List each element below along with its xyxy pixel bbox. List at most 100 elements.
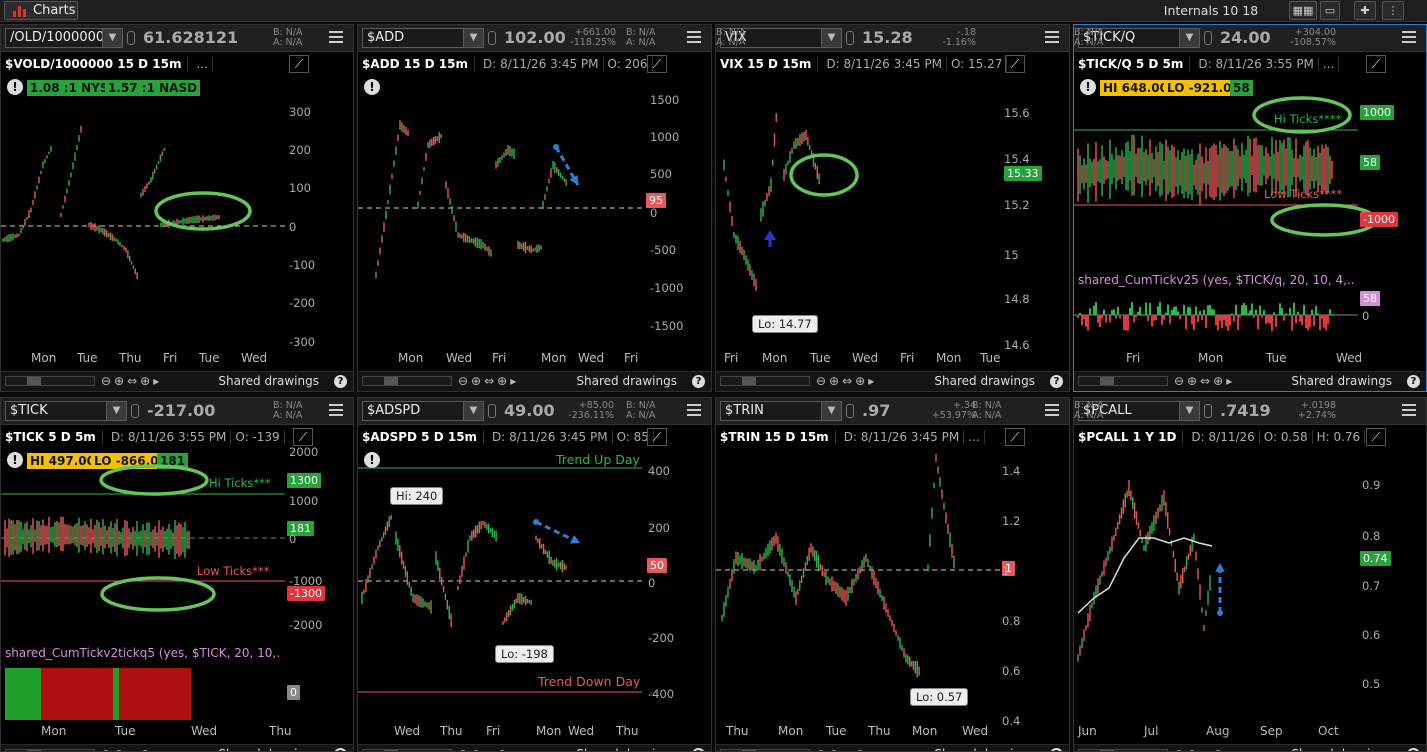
study-bar (158, 668, 161, 720)
zoom-icon[interactable]: ⊖⊕⇔⊕▸ (816, 374, 877, 388)
x-axis-tick: Tue (826, 724, 847, 738)
study-bar (155, 668, 158, 720)
study-bar (56, 668, 59, 720)
x-axis-tick: Wed (852, 351, 879, 365)
x-axis-tick: Mon (541, 351, 567, 365)
more-menu-button[interactable]: ⋮ (1382, 1, 1404, 20)
y-axis-tick: 0 (648, 576, 656, 590)
zoom-icon[interactable]: ⊖⊕⇔⊕▸ (1174, 374, 1235, 388)
y-axis-tick: -200 (648, 631, 675, 645)
y-axis-tick: -2000 (289, 618, 323, 632)
y-axis-tick: 400 (648, 464, 670, 478)
study-bar (182, 668, 185, 720)
help-icon[interactable]: ? (1050, 748, 1063, 751)
shared-drawings-button[interactable]: Shared drawings (218, 374, 319, 388)
low-label: Lo: 14.77 (752, 315, 818, 333)
window-minimize-button[interactable]: ▭ (1320, 1, 1340, 20)
y-axis-tick: -1000 (289, 574, 323, 588)
x-axis-tick: Wed (1336, 351, 1363, 365)
charts-button[interactable]: Charts (4, 1, 78, 20)
help-icon[interactable]: ? (692, 375, 705, 388)
scroll-bar[interactable] (5, 376, 95, 386)
x-axis-tick: Jun (1078, 724, 1097, 738)
x-axis-tick: Thu (119, 351, 142, 365)
study-bar (179, 668, 182, 720)
x-axis-tick: Sep (1260, 724, 1283, 738)
y-axis-tick: -1000 (650, 281, 684, 295)
scroll-bar[interactable] (720, 376, 810, 386)
shared-drawings-button[interactable]: Shared drawings (576, 747, 677, 751)
x-axis-tick: Tue (115, 724, 136, 738)
scroll-thumb[interactable] (1100, 377, 1114, 385)
help-icon[interactable]: ? (334, 748, 347, 751)
study-bar (74, 668, 77, 720)
hi-tag: 1300 (287, 473, 321, 488)
study-bar (125, 668, 128, 720)
shared-drawings-button[interactable]: Shared drawings (934, 747, 1035, 751)
shared-drawings-button[interactable]: Shared drawings (218, 747, 319, 751)
x-axis-tick: Thu (868, 724, 891, 738)
study-bar (128, 668, 131, 720)
grid-layout-button[interactable]: ▦▦ (1289, 1, 1317, 20)
low-label: Lo: -198 (495, 645, 554, 663)
shared-drawings-button[interactable]: Shared drawings (934, 374, 1035, 388)
help-icon[interactable]: ? (1407, 748, 1420, 751)
study-bar (50, 668, 53, 720)
x-axis-tick: Tue (980, 351, 1001, 365)
help-icon[interactable]: ? (334, 375, 347, 388)
y-axis-tick: -500 (650, 243, 677, 257)
highlight-ellipse (99, 464, 209, 496)
zoom-icon[interactable]: ⊖⊕⇔⊕▸ (101, 747, 162, 751)
y-axis-tick: 300 (289, 105, 311, 119)
x-axis-tick: Mon (778, 724, 804, 738)
x-axis-tick: Thu (726, 724, 749, 738)
scroll-thumb[interactable] (742, 377, 756, 385)
help-icon[interactable]: ? (1050, 375, 1063, 388)
study-bar (152, 668, 155, 720)
charts-button-label: Charts (33, 3, 76, 18)
study-bar (35, 668, 38, 720)
high-label: Hi: 240 (390, 487, 444, 505)
zoom-icon[interactable]: ⊖⊕⇔⊕▸ (101, 374, 162, 388)
scroll-thumb[interactable] (27, 377, 41, 385)
scroll-bar[interactable] (362, 376, 452, 386)
y-axis-tick: 14.8 (1004, 292, 1030, 306)
zoom-icon[interactable]: ⊖⊕⇔⊕▸ (458, 747, 519, 751)
zoom-icon[interactable]: ⊖⊕⇔⊕▸ (816, 747, 877, 751)
x-axis-tick: Mon (1198, 351, 1224, 365)
study-bar (14, 668, 17, 720)
y-axis-tick: 1000 (289, 494, 319, 508)
y-axis-tick: -1500 (650, 319, 684, 333)
help-icon[interactable]: ? (692, 748, 705, 751)
price-chart (716, 454, 1000, 678)
x-axis-tick: Jul (1144, 724, 1159, 738)
trend-up-label: Trend Up Day (556, 452, 640, 467)
pin-icon[interactable]: ✚ (1354, 1, 1376, 20)
y-axis-tick: 0.6 (1002, 664, 1021, 678)
shared-drawings-button[interactable]: Shared drawings (1291, 747, 1392, 751)
study-bar (71, 668, 74, 720)
scroll-thumb[interactable] (384, 377, 398, 385)
highlight-ellipse (100, 576, 216, 612)
y-axis-tick: 1.4 (1002, 464, 1021, 478)
scroll-bar[interactable] (1078, 376, 1168, 386)
shared-drawings-button[interactable]: Shared drawings (576, 374, 677, 388)
study-bar (80, 668, 83, 720)
study-bar (47, 668, 50, 720)
help-icon[interactable]: ? (1407, 375, 1420, 388)
x-axis-tick: Wed (962, 724, 989, 738)
y-axis-tick: -300 (289, 335, 316, 349)
trading-app: Charts Internals 10 18 2019 ▦▦ ▭ ✚ ⋮ /OL… (0, 0, 1427, 752)
x-axis-tick: Mon (912, 724, 938, 738)
chart-footer: ⊖⊕⇔⊕▸ Shared drawings? (1074, 744, 1426, 751)
zoom-icon[interactable]: ⊖⊕⇔⊕▸ (1174, 747, 1235, 751)
chart-footer: ⊖⊕⇔⊕▸ Shared drawings? (716, 371, 1069, 391)
study-bar (140, 668, 143, 720)
shared-drawings-button[interactable]: Shared drawings (1291, 374, 1392, 388)
zoom-icon[interactable]: ⊖⊕⇔⊕▸ (458, 374, 519, 388)
x-axis-tick: Tue (77, 351, 98, 365)
last-price-tag: 50 (647, 558, 667, 573)
study-bar (65, 668, 68, 720)
y-axis-tick: 0.8 (1002, 614, 1021, 628)
chart-panel-pcall: $PCALL ▼ .7419 +.0198 +2.74% B: N/A A: N/A $PCA… (1073, 397, 1427, 752)
